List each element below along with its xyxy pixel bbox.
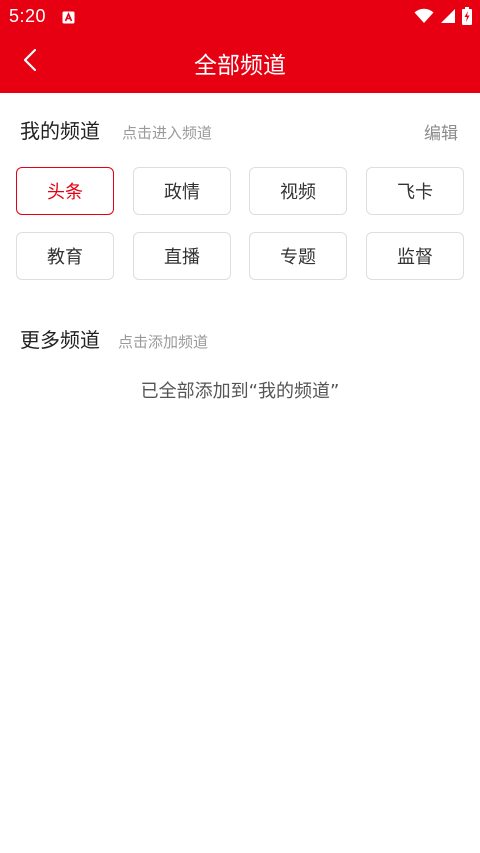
empty-state-text: 已全部添加到“我的频道”	[140, 381, 340, 402]
status-icons	[414, 7, 472, 25]
status-time: 5:20	[9, 6, 47, 26]
more-channels-hint: 点击添加频道	[118, 333, 209, 351]
app-notification-icon	[62, 9, 75, 24]
channel-chip[interactable]: 视频	[249, 167, 347, 215]
channel-chip[interactable]: 直播	[133, 232, 231, 280]
my-channels-header: 我的频道 点击进入频道	[20, 115, 212, 145]
channel-chip[interactable]: 政情	[133, 167, 231, 215]
edit-button[interactable]: 编辑	[424, 119, 458, 144]
channel-chip[interactable]: 头条	[16, 167, 114, 215]
more-channels-header: 更多频道 点击添加频道	[20, 324, 208, 354]
top-bar: 5:20 全部频道	[0, 0, 480, 93]
my-channels-title: 我的频道	[20, 119, 100, 143]
channel-chip[interactable]: 飞卡	[366, 167, 464, 215]
more-channels-title: 更多频道	[20, 328, 100, 352]
channel-chip[interactable]: 教育	[16, 232, 114, 280]
channel-chip[interactable]: 专题	[249, 232, 347, 280]
navigation-bar: 全部频道	[0, 32, 480, 93]
my-channels-hint: 点击进入频道	[122, 124, 213, 142]
signal-icon	[440, 8, 456, 24]
status-bar: 5:20	[0, 0, 480, 32]
wifi-icon	[414, 8, 434, 24]
battery-charging-icon	[462, 7, 472, 25]
channel-chip[interactable]: 监督	[366, 232, 464, 280]
page-title: 全部频道	[194, 53, 286, 79]
